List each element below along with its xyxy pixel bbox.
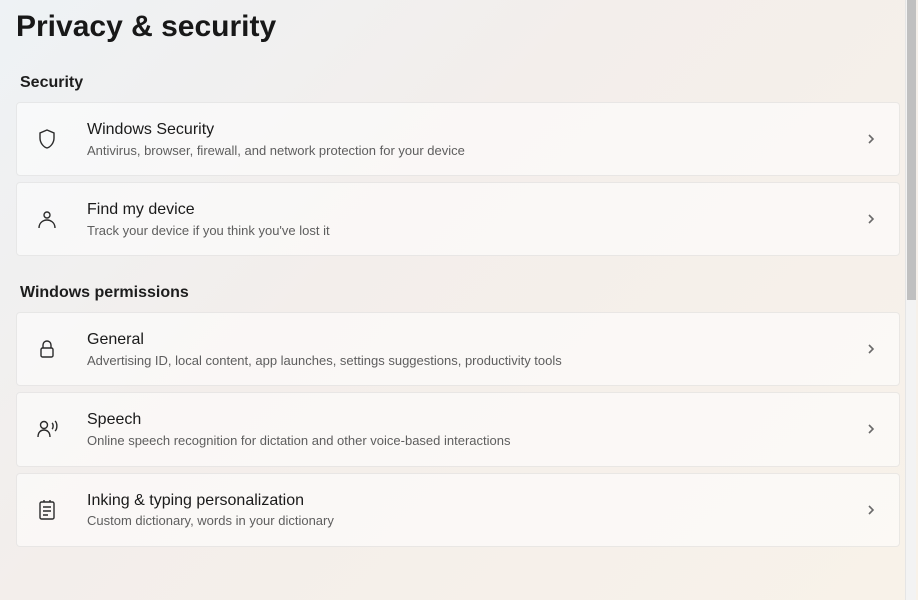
section-header-windows-permissions: Windows permissions [20,284,900,302]
card-general[interactable]: General Advertising ID, local content, a… [16,312,900,386]
vertical-scrollbar[interactable] [905,0,916,600]
card-title: Speech [87,409,863,431]
card-desc: Advertising ID, local content, app launc… [87,352,863,370]
page-title: Privacy & security [16,0,900,74]
chevron-right-icon [863,421,879,437]
card-text: Speech Online speech recognition for dic… [75,409,863,449]
card-find-my-device[interactable]: Find my device Track your device if you … [16,182,900,256]
card-desc: Online speech recognition for dictation … [87,432,863,450]
inking-icon [35,498,75,522]
card-title: General [87,329,863,351]
card-desc: Custom dictionary, words in your diction… [87,512,863,530]
card-title: Find my device [87,199,863,221]
card-text: Find my device Track your device if you … [75,199,863,239]
chevron-right-icon [863,211,879,227]
chevron-right-icon [863,502,879,518]
section-header-security: Security [20,74,900,92]
shield-icon [35,127,75,151]
card-windows-security[interactable]: Windows Security Antivirus, browser, fir… [16,102,900,176]
card-text: General Advertising ID, local content, a… [75,329,863,369]
privacy-security-page: Privacy & security Security Windows Secu… [0,0,918,600]
lock-icon [35,337,75,361]
speech-icon [35,417,75,441]
card-desc: Track your device if you think you've lo… [87,222,863,240]
find-device-icon [35,207,75,231]
scrollbar-thumb[interactable] [907,0,916,300]
card-text: Windows Security Antivirus, browser, fir… [75,119,863,159]
chevron-right-icon [863,131,879,147]
card-title: Windows Security [87,119,863,141]
chevron-right-icon [863,341,879,357]
card-inking-typing[interactable]: Inking & typing personalization Custom d… [16,473,900,547]
card-title: Inking & typing personalization [87,490,863,512]
card-speech[interactable]: Speech Online speech recognition for dic… [16,392,900,466]
card-desc: Antivirus, browser, firewall, and networ… [87,142,863,160]
card-text: Inking & typing personalization Custom d… [75,490,863,530]
